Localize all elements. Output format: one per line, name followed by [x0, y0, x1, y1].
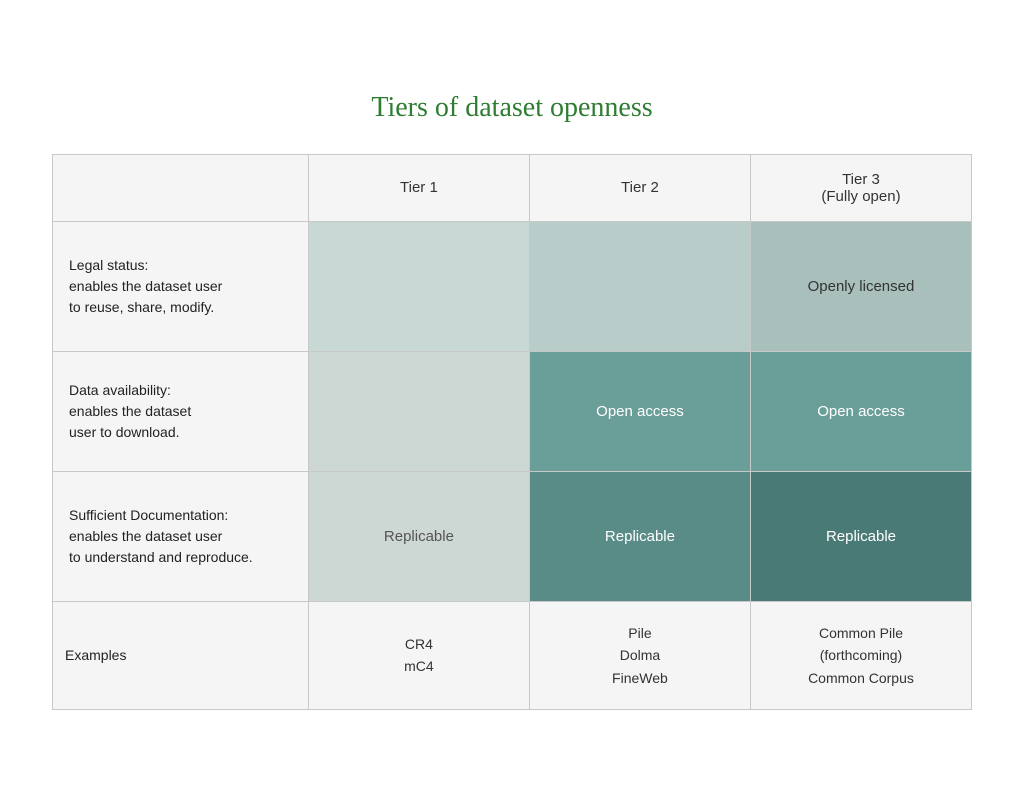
documentation-row: Sufficient Documentation: enables the da… — [53, 471, 972, 601]
documentation-label: Sufficient Documentation: enables the da… — [53, 471, 309, 601]
documentation-tier3-cell: Replicable — [750, 471, 971, 601]
availability-tier1-cell — [308, 351, 529, 471]
availability-row: Data availability: enables the dataset u… — [53, 351, 972, 471]
header-tier3: Tier 3 (Fully open) — [750, 154, 971, 221]
header-tier3-line2: (Fully open) — [821, 188, 900, 205]
legal-tier3-cell: Openly licensed — [750, 221, 971, 351]
header-tier1: Tier 1 — [308, 154, 529, 221]
openness-table: Tier 1 Tier 2 Tier 3 (Fully open) Legal … — [52, 154, 972, 710]
documentation-tier1-cell: Replicable — [308, 471, 529, 601]
header-tier2: Tier 2 — [529, 154, 750, 221]
examples-row: Examples CR4 mC4 Pile Dolma FineWeb Comm… — [53, 601, 972, 709]
availability-tier3-cell: Open access — [750, 351, 971, 471]
legal-tier2-cell — [529, 221, 750, 351]
examples-tier3-cell: Common Pile (forthcoming) Common Corpus — [750, 601, 971, 709]
examples-label: Examples — [53, 601, 309, 709]
legal-tier1-cell — [308, 221, 529, 351]
documentation-tier2-cell: Replicable — [529, 471, 750, 601]
examples-tier2-cell: Pile Dolma FineWeb — [529, 601, 750, 709]
availability-tier2-cell: Open access — [529, 351, 750, 471]
legal-row: Legal status: enables the dataset user t… — [53, 221, 972, 351]
page-title: Tiers of dataset openness — [52, 92, 972, 124]
examples-tier1-cell: CR4 mC4 — [308, 601, 529, 709]
page-container: Tiers of dataset openness Tier 1 Tier 2 … — [32, 62, 992, 740]
availability-label: Data availability: enables the dataset u… — [53, 351, 309, 471]
header-label-col — [53, 154, 309, 221]
header-tier3-line1: Tier 3 — [842, 171, 880, 188]
legal-label: Legal status: enables the dataset user t… — [53, 221, 309, 351]
header-row: Tier 1 Tier 2 Tier 3 (Fully open) — [53, 154, 972, 221]
